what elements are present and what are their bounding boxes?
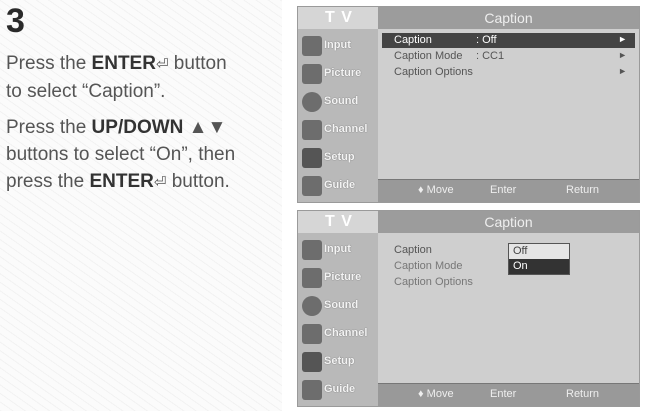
osd-footer: ♦ Move Enter Return	[378, 179, 639, 202]
instruction-panel: 3 Press the ENTER⏎ button to select “Cap…	[0, 0, 282, 411]
osd-content: Caption : Off ► Caption Mode : CC1 ► Cap…	[378, 29, 639, 180]
instruction-text: button	[168, 53, 227, 74]
instruction-select-on: Press the UP/DOWN ▲▼ buttons to select “…	[6, 114, 280, 196]
enter-button-name: ENTER	[91, 53, 156, 74]
sidebar-item-channel[interactable]: Channel	[300, 321, 376, 347]
footer-enter: Enter	[490, 184, 517, 196]
instruction-text: to select “Caption”.	[6, 81, 166, 102]
footer-move: ♦ Move	[418, 388, 454, 400]
footer-return: Return	[566, 184, 600, 196]
osd-screen-caption-menu: T V Caption Input Picture Sound Channel …	[297, 6, 640, 203]
instruction-text: button.	[166, 171, 230, 192]
menu-row-caption-options[interactable]: Caption Options	[382, 275, 635, 290]
input-icon	[302, 240, 322, 260]
guide-icon	[302, 176, 322, 196]
sidebar-item-picture[interactable]: Picture	[300, 61, 376, 87]
sound-icon	[302, 92, 322, 112]
osd-sidebar: Input Picture Sound Channel Setup Guide	[298, 233, 378, 406]
sidebar-item-setup[interactable]: Setup	[300, 145, 376, 171]
menu-row-caption-mode[interactable]: Caption Mode : CC1 ►	[382, 49, 635, 64]
sidebar-item-sound[interactable]: Sound	[300, 293, 376, 319]
right-arrow-icon: ►	[618, 66, 627, 76]
tv-label: T V	[325, 213, 353, 230]
sound-icon	[302, 296, 322, 316]
footer-enter: Enter	[490, 388, 517, 400]
sidebar-item-picture[interactable]: Picture	[300, 265, 376, 291]
instruction-text: press the	[6, 171, 90, 192]
osd-footer: ♦ Move Enter Return	[378, 383, 639, 406]
setup-icon	[302, 352, 322, 372]
osd-screen-caption-options: T V Caption Input Picture Sound Channel …	[297, 210, 640, 407]
setup-icon	[302, 148, 322, 168]
osd-sidebar: Input Picture Sound Channel Setup Guide	[298, 29, 378, 202]
sidebar-item-setup[interactable]: Setup	[300, 349, 376, 375]
guide-icon	[302, 380, 322, 400]
channel-icon	[302, 324, 322, 344]
right-arrow-icon: ►	[618, 50, 627, 60]
updown-button-name: UP/DOWN	[91, 117, 184, 138]
picture-icon	[302, 268, 322, 288]
sidebar-item-guide[interactable]: Guide	[300, 173, 376, 199]
channel-icon	[302, 120, 322, 140]
footer-return: Return	[566, 388, 600, 400]
option-on[interactable]: On	[509, 259, 569, 274]
sidebar-item-channel[interactable]: Channel	[300, 117, 376, 143]
enter-icon: ⏎	[155, 56, 169, 73]
sidebar-item-input[interactable]: Input	[300, 237, 376, 263]
osd-title: Caption	[378, 7, 639, 30]
tv-label: T V	[325, 9, 353, 26]
instruction-text: buttons to select “On”, then	[6, 144, 236, 165]
input-icon	[302, 36, 322, 56]
menu-row-caption-options[interactable]: Caption Options ►	[382, 65, 635, 80]
instruction-text: Press the	[6, 117, 92, 138]
picture-icon	[302, 64, 322, 84]
sidebar-item-guide[interactable]: Guide	[300, 377, 376, 403]
enter-icon: ⏎	[153, 174, 167, 191]
footer-move: ♦ Move	[418, 184, 454, 196]
osd-title: Caption	[378, 211, 639, 234]
menu-row-caption[interactable]: Caption : Off ►	[382, 33, 635, 48]
osd-content: Caption Caption Mode Caption Options Off…	[378, 233, 639, 384]
enter-button-name: ENTER	[89, 171, 154, 192]
sidebar-item-sound[interactable]: Sound	[300, 89, 376, 115]
up-down-arrows-icon: ▲▼	[188, 117, 227, 138]
sidebar-item-input[interactable]: Input	[300, 33, 376, 59]
instruction-text: Press the	[6, 53, 92, 74]
option-off[interactable]: Off	[509, 244, 569, 259]
right-arrow-icon: ►	[618, 34, 627, 44]
step-number: 3	[6, 2, 25, 40]
caption-option-list: Off On	[508, 243, 570, 275]
instruction-select-caption: Press the ENTER⏎ button to select “Capti…	[6, 50, 280, 105]
